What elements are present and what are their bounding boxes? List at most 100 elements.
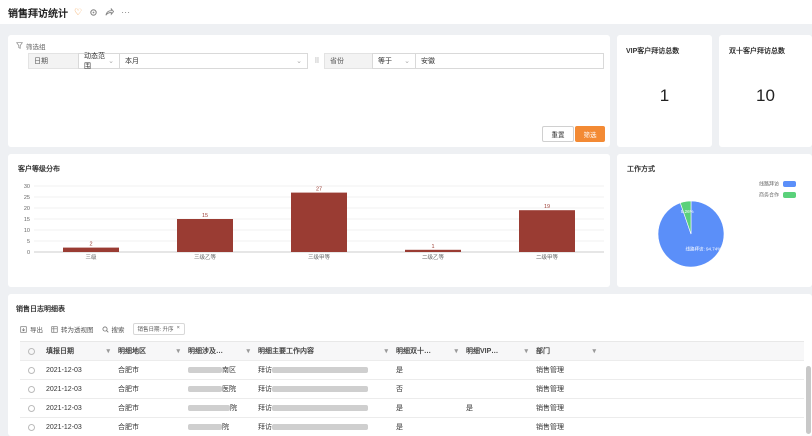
table-cell[interactable]	[20, 380, 42, 398]
filter-date-operator-value: 动态范围	[84, 53, 105, 70]
filter-date-label: 日期	[28, 53, 78, 69]
cell-region: 合肥市	[118, 424, 139, 431]
table-toolbar: 导出 转为透视图 搜索 销售日期: 升序 ×	[20, 323, 185, 335]
cell-double10: 是	[396, 405, 403, 412]
column-header-vip[interactable]: 明细VIP… ▾	[462, 342, 532, 360]
heart-icon[interactable]: ♡	[74, 7, 82, 18]
filter-group-header: 筛选组	[16, 41, 46, 51]
column-header-label: 填报日期	[46, 348, 74, 355]
drag-handle-icon[interactable]: ⠿	[310, 53, 324, 69]
cell-dept: 销售管理	[536, 405, 564, 412]
search-icon	[101, 325, 109, 333]
bar	[291, 192, 347, 252]
chevron-down-icon[interactable]: ▾	[176, 347, 180, 355]
more-icon[interactable]: ···	[121, 7, 130, 17]
table-cell: 医院	[184, 380, 254, 398]
legend-swatch	[783, 181, 796, 187]
detail-table: 填报日期 ▾ 明细地区 ▾ 明细涉及… ▾ 明细主要工作内容 ▾ 明细双十… ▾ 明细VI…	[20, 341, 804, 436]
kpi-double10-title: 双十客户拜访总数	[729, 48, 785, 55]
filter-province-value-input[interactable]: 安徽	[416, 53, 604, 69]
cell-vip: 是	[466, 405, 473, 412]
cell-date: 2021-12-03	[46, 423, 82, 431]
filter-province-operator-select[interactable]: 等于 ⌄	[372, 53, 416, 69]
close-icon[interactable]: ×	[177, 325, 180, 333]
chevron-down-icon[interactable]: ▾	[524, 347, 528, 355]
chevron-down-icon[interactable]: ▾	[384, 347, 388, 355]
y-tick-label: 25	[24, 195, 30, 201]
column-header-dept[interactable]: 部门 ▾	[532, 342, 600, 360]
row-checkbox[interactable]	[27, 423, 35, 431]
chevron-down-icon[interactable]: ▾	[592, 347, 596, 355]
filter-date-operator-select[interactable]: 动态范围 ⌄	[78, 53, 120, 70]
table-cell	[462, 380, 532, 398]
table-row[interactable]: 2021-12-03 合肥市 医院 拜访 否 销售管理	[20, 380, 804, 399]
cell-entity: 医院	[188, 384, 236, 394]
chevron-down-icon[interactable]: ▾	[454, 347, 458, 355]
sort-chip[interactable]: 销售日期: 升序 ×	[132, 323, 185, 335]
kpi-card-double10: 双十客户拜访总数 10	[719, 35, 812, 147]
column-header-double10[interactable]: 明细双十… ▾	[392, 342, 462, 360]
bar-chart-card: 客户等级分布 0 5 10 15 20 25 30 2 三级 15 三级乙等 27 三级甲等 1 二级乙等 1…	[8, 154, 610, 287]
filter-date-value-select[interactable]: 本月 ⌄	[120, 53, 308, 69]
pivot-button[interactable]: 转为透视图	[51, 324, 94, 334]
pivot-icon	[51, 325, 58, 333]
filter-date-value: 本月	[125, 58, 139, 65]
chevron-down-icon[interactable]: ▾	[246, 347, 250, 355]
table-row[interactable]: 2021-12-03 合肥市 南区 拜访 是 销售管理	[20, 361, 804, 380]
cell-entity: 院	[188, 403, 237, 413]
table-cell[interactable]	[20, 361, 42, 379]
column-header-content[interactable]: 明细主要工作内容 ▾	[254, 342, 392, 360]
bar-value-label: 15	[202, 213, 208, 219]
table-row[interactable]: 2021-12-03 合肥市 院 拜访 是 销售管理	[20, 418, 804, 436]
chevron-down-icon: ⌄	[108, 58, 114, 65]
select-all-cell[interactable]	[20, 342, 42, 360]
select-all-checkbox[interactable]	[27, 347, 35, 355]
reset-button[interactable]: 重置	[542, 126, 574, 142]
row-checkbox[interactable]	[27, 366, 35, 374]
table-cell: 院	[184, 399, 254, 417]
pie-slice-label: 线路拜访: 94.74%	[686, 246, 722, 253]
row-checkbox[interactable]	[27, 404, 35, 412]
search-button[interactable]: 搜索	[101, 324, 125, 334]
column-header-region[interactable]: 明细地区 ▾	[114, 342, 184, 360]
cell-double10: 是	[396, 424, 403, 431]
chevron-down-icon[interactable]: ▾	[106, 347, 110, 355]
sort-chip-label: 销售日期: 升序	[137, 327, 174, 333]
row-checkbox[interactable]	[27, 385, 35, 393]
table-cell[interactable]	[20, 418, 42, 436]
apply-filter-button[interactable]: 筛选	[575, 126, 605, 142]
kpi-card-vip: VIP客户拜访总数 1	[617, 35, 712, 147]
column-header-label: 明细主要工作内容	[258, 348, 314, 355]
cell-region: 合肥市	[118, 405, 139, 412]
table-scrollbar[interactable]	[806, 366, 811, 434]
column-header-label: 明细涉及…	[188, 348, 223, 355]
table-cell: 合肥市	[114, 361, 184, 379]
bar-chart: 0 5 10 15 20 25 30 2 三级 15 三级乙等 27 三级甲等 1 二级乙等 19 二级甲等	[24, 184, 604, 261]
cell-region: 合肥市	[118, 367, 139, 374]
share-icon[interactable]	[105, 7, 115, 17]
pie-slice-label: 5.26%	[681, 209, 694, 214]
table-cell: 南区	[184, 361, 254, 379]
y-tick-label: 10	[24, 228, 30, 234]
filter-icon	[16, 41, 23, 51]
cell-content: 拜访	[258, 422, 368, 432]
bar-value-label: 19	[544, 204, 550, 210]
table-cell: 是	[392, 361, 462, 379]
kpi-vip-title: VIP客户拜访总数	[626, 48, 680, 55]
legend-label: 商务合作	[759, 192, 779, 199]
table-cell: 拜访	[254, 399, 392, 417]
chevron-down-icon: ⌄	[404, 58, 410, 65]
x-tick-label: 三级甲等	[308, 253, 331, 261]
settings-icon[interactable]	[89, 8, 98, 17]
bar-value-label: 1	[431, 244, 434, 250]
bar	[519, 210, 575, 252]
cell-dept: 销售管理	[536, 424, 564, 431]
table-cell[interactable]	[20, 399, 42, 417]
column-header-entity[interactable]: 明细涉及… ▾	[184, 342, 254, 360]
cell-dept: 销售管理	[536, 367, 564, 374]
page-title: 销售拜访统计	[8, 8, 68, 20]
table-row[interactable]: 2021-12-03 合肥市 院 拜访 是 是 销售管理	[20, 399, 804, 418]
export-button[interactable]: 导出	[20, 324, 43, 334]
filter-province-operator-value: 等于	[378, 58, 392, 65]
column-header-date[interactable]: 填报日期 ▾	[42, 342, 114, 360]
